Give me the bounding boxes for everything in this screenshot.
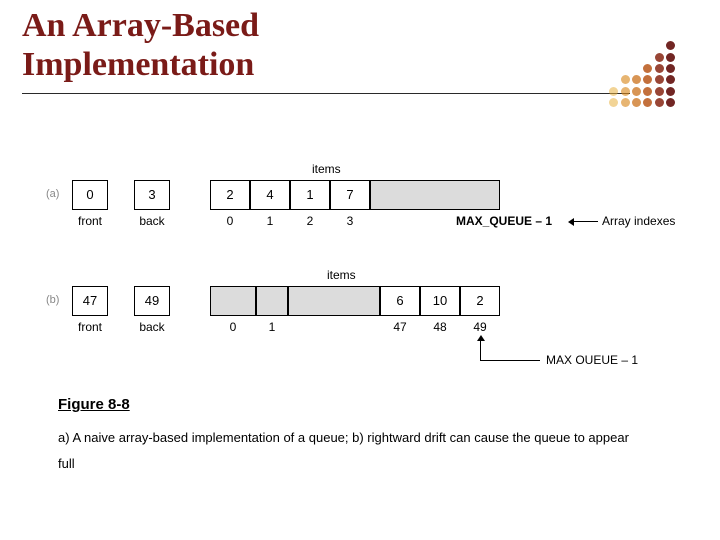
figure-caption-block: Figure 8-8 a) A naive array-based implem…	[58, 396, 648, 477]
title-line-2: Implementation	[22, 46, 254, 83]
row-b-front-label: front	[72, 320, 108, 334]
row-a-cell-2: 1	[290, 180, 330, 210]
row-b-idx-47: 47	[380, 320, 420, 334]
row-b-cell-47: 6	[380, 286, 420, 316]
row-b-idx-1: 1	[256, 320, 288, 334]
diagram-row-a: (a) 0 front 3 back items 2 4 1 7 0 1 2 3…	[52, 166, 672, 254]
row-a-front-box: 0	[72, 180, 108, 210]
figure-area: (a) 0 front 3 back items 2 4 1 7 0 1 2 3…	[52, 166, 672, 360]
row-b-back-box: 49	[134, 286, 170, 316]
row-b-idx-0: 0	[210, 320, 256, 334]
row-a-cell-1: 4	[250, 180, 290, 210]
row-b-tag: (b)	[46, 294, 59, 306]
row-a-items-label: items	[312, 162, 341, 176]
corner-dots-decoration	[608, 40, 706, 112]
row-a-idx-2: 2	[290, 214, 330, 228]
row-b-cell-1	[256, 286, 288, 316]
row-b-cell-0	[210, 286, 256, 316]
row-a-idx-3: 3	[330, 214, 370, 228]
row-b-back-label: back	[134, 320, 170, 334]
row-a-tag: (a)	[46, 188, 59, 200]
row-a-max-queue-label: MAX_QUEUE – 1	[456, 214, 552, 228]
figure-caption-text: a) A naive array-based implementation of…	[58, 425, 648, 477]
arrow-elbow	[480, 360, 540, 361]
row-b-idx-48: 48	[420, 320, 460, 334]
row-a-cell-0: 2	[210, 180, 250, 210]
row-a-idx-0: 0	[210, 214, 250, 228]
row-b-cell-gap	[288, 286, 380, 316]
row-b-front-box: 47	[72, 286, 108, 316]
arrow-up-icon	[480, 337, 481, 361]
array-indexes-label: Array indexes	[602, 214, 675, 228]
row-b-max-queue-label: MAX OUEUE – 1	[546, 353, 638, 367]
figure-number: Figure 8-8	[58, 396, 130, 413]
row-b-cell-49: 2	[460, 286, 500, 316]
arrow-left-icon	[570, 221, 598, 222]
row-a-idx-1: 1	[250, 214, 290, 228]
row-a-back-box: 3	[134, 180, 170, 210]
row-a-front-label: front	[72, 214, 108, 228]
row-a-back-label: back	[134, 214, 170, 228]
row-b-cell-48: 10	[420, 286, 460, 316]
slide-title: An Array-Based Implementation	[22, 6, 259, 84]
row-b-items-label: items	[327, 268, 356, 282]
title-line-1: An Array-Based	[22, 7, 259, 44]
row-a-cell-3: 7	[330, 180, 370, 210]
diagram-row-b: (b) 47 front 49 back items 6 10 2 0 1 47…	[52, 272, 672, 360]
row-a-cell-empty	[370, 180, 500, 210]
title-underline	[22, 93, 630, 94]
